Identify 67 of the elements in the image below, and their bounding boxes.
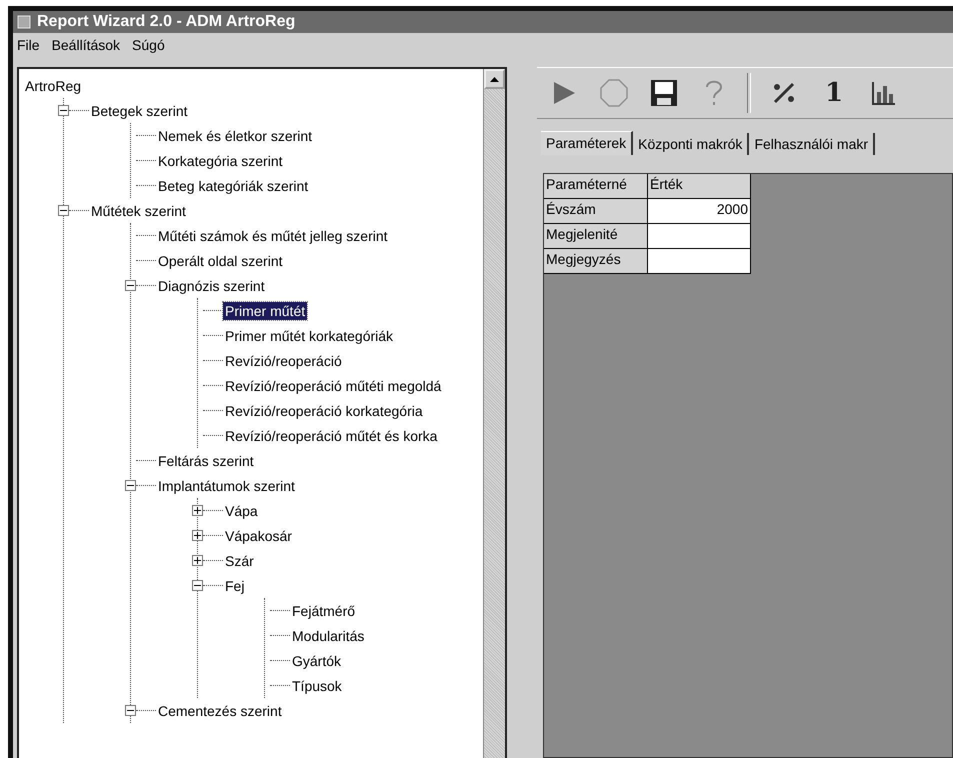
table-cell[interactable] xyxy=(648,224,750,248)
tab[interactable]: Paraméterek xyxy=(541,131,634,155)
menu-item[interactable]: Súgó xyxy=(132,37,165,53)
tree-item[interactable]: Diagnózis szerint xyxy=(156,276,267,294)
toolbar-button[interactable]: 1 xyxy=(817,76,851,110)
scrollbar[interactable] xyxy=(483,69,505,758)
expand-toggle[interactable] xyxy=(192,555,203,566)
tree-item[interactable]: Műtétek szerint xyxy=(89,202,188,220)
minus-icon xyxy=(127,282,134,289)
tree-item[interactable]: Beteg kategóriák szerint xyxy=(156,176,310,194)
tree-item[interactable]: Revízió/reoperáció xyxy=(223,352,344,370)
collapse-toggle[interactable] xyxy=(192,580,203,591)
minus-icon xyxy=(60,107,67,114)
plus-icon xyxy=(194,507,201,514)
minus-icon xyxy=(127,707,134,714)
tree-item[interactable]: Műtéti számok és műtét jelleg szerint xyxy=(156,226,390,244)
percent-icon xyxy=(771,80,797,106)
play-icon xyxy=(551,80,577,106)
collapse-toggle[interactable] xyxy=(125,480,136,491)
stop-sign-icon xyxy=(600,79,628,107)
expand-toggle[interactable] xyxy=(192,530,203,541)
plus-icon xyxy=(194,557,201,564)
scroll-up-button[interactable] xyxy=(484,69,505,89)
tree-item[interactable]: Fej xyxy=(223,576,246,594)
tree-item[interactable]: Revízió/reoperáció műtéti megoldá xyxy=(223,376,444,394)
table-cell[interactable]: 2000 xyxy=(648,199,750,223)
row-header: Megjelenité xyxy=(544,224,647,248)
tree-item[interactable]: Revízió/reoperáció műtét és korka xyxy=(223,426,440,444)
tree-item[interactable]: Revízió/reoperáció korkategória xyxy=(223,402,425,420)
up-arrow-icon xyxy=(490,76,499,82)
collapse-toggle[interactable] xyxy=(58,205,69,216)
minus-icon xyxy=(194,582,201,589)
tree-item[interactable]: Fejátmérő xyxy=(290,602,358,620)
collapse-toggle[interactable] xyxy=(125,280,136,291)
tree-item[interactable]: Betegek szerint xyxy=(89,102,190,120)
expand-toggle[interactable] xyxy=(192,505,203,516)
bar-chart-icon xyxy=(871,80,897,106)
table-cell[interactable] xyxy=(648,249,750,273)
menu-item[interactable]: Beállítások xyxy=(52,37,120,53)
row-header: Évszám xyxy=(544,199,647,223)
minus-icon xyxy=(127,482,134,489)
menu-item[interactable]: File xyxy=(17,37,40,53)
tree-item[interactable]: Primer műtét korkategóriák xyxy=(223,326,396,344)
tree-item[interactable]: Implantátumok szerint xyxy=(156,476,297,494)
tree-item[interactable]: Cementezés szerint xyxy=(156,702,284,720)
tree-item[interactable]: Primer műtét xyxy=(223,302,308,320)
question-mark-icon xyxy=(704,78,724,108)
tree-item[interactable]: ArtroReg xyxy=(23,76,84,94)
minus-icon xyxy=(60,207,67,214)
app-icon xyxy=(17,15,31,29)
tree-item[interactable]: Típusok xyxy=(290,676,344,694)
tree-item[interactable]: Modularitás xyxy=(290,626,366,644)
plus-icon xyxy=(194,532,201,539)
tree-item[interactable]: Korkategória szerint xyxy=(156,152,285,170)
tree-item[interactable]: Feltárás szerint xyxy=(156,452,256,470)
column-header: Paraméterné xyxy=(544,174,647,198)
window-title: Report Wizard 2.0 - ADM ArtroReg xyxy=(37,13,296,31)
tree-item[interactable]: Vápakosár xyxy=(223,526,294,544)
tree-item[interactable]: Operált oldal szerint xyxy=(156,252,285,270)
column-header: Érték xyxy=(648,174,750,198)
collapse-toggle[interactable] xyxy=(58,105,69,116)
tree-item[interactable]: Vápa xyxy=(223,502,260,520)
tree-item[interactable]: Szár xyxy=(223,552,256,570)
tree-item[interactable]: Nemek és életkor szerint xyxy=(156,126,314,144)
tree-item[interactable]: Gyártók xyxy=(290,652,344,670)
collapse-toggle[interactable] xyxy=(125,705,136,716)
row-header: Megjegyzés xyxy=(544,249,647,273)
